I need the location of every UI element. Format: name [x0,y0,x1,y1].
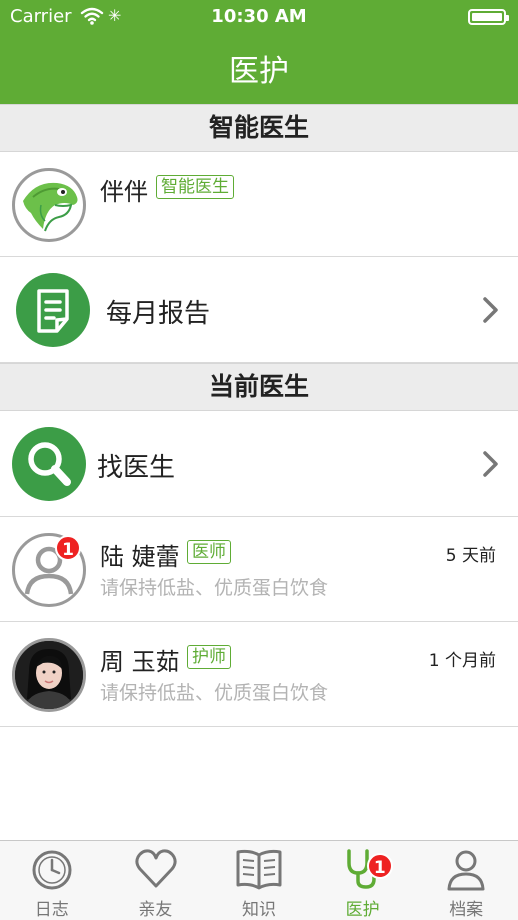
tab-label: 知识 [241,900,276,920]
doctor-role-tag: 护师 [187,645,231,669]
unread-badge: 1 [55,535,81,561]
section-header-current-doctor: 当前医生 [0,363,518,411]
smart-doctor-tag: 智能医生 [156,175,234,199]
doctor-role-tag: 医师 [187,540,231,564]
smart-doctor-name: 伴伴 [100,178,148,206]
tab-label: 亲友 [138,900,173,920]
smart-doctor-row[interactable]: 伴伴 智能医生 [0,152,518,257]
doctor-name: 周 玉茹 [100,648,180,676]
top-bar: Carrier ✳ 10:30 AM 医护 [0,0,518,104]
message-preview: 请保持低盐、优质蛋白饮食 [100,577,329,599]
person-icon [447,850,485,891]
tab-label: 档案 [449,900,484,920]
clock-time: 10:30 AM [211,6,307,27]
chevron-right-icon [480,295,502,325]
tab-label: 日志 [34,900,69,920]
report-document-icon [16,273,90,347]
search-icon [12,427,86,501]
page-title: 医护 [229,54,289,89]
avatar [12,638,86,712]
message-time: 1 个月前 [428,651,496,671]
doctor-row[interactable]: 周 玉茹 护师 1 个月前 请保持低盐、优质蛋白饮食 [0,622,518,727]
doctor-row[interactable]: 1 陆 婕蕾 医师 5 天前 请保持低盐、优质蛋白饮食 [0,517,518,622]
find-doctor-row[interactable]: 找医生 [0,411,518,517]
message-time: 5 天前 [445,546,496,566]
tab-knowledge[interactable]: 知识 [207,841,311,920]
tab-medical[interactable]: 1 医护 [311,841,415,920]
tab-profile[interactable]: 档案 [414,841,518,920]
tab-label: 医护 [345,900,380,920]
dolphin-avatar [12,168,86,242]
clock-icon [32,850,72,890]
find-doctor-label: 找医生 [97,453,176,483]
tab-bar: 日志 亲友 知识 1 医护 档案 [0,840,518,920]
doctor-name: 陆 婕蕾 [100,543,180,571]
heart-icon [134,849,177,888]
status-bar: Carrier ✳ 10:30 AM [0,0,518,34]
tab-badge: 1 [366,853,393,879]
monthly-report-row[interactable]: 每月报告 [0,257,518,363]
section-header-smart-doctor: 智能医生 [0,104,518,152]
tab-family[interactable]: 亲友 [104,841,208,920]
message-preview: 请保持低盐、优质蛋白饮食 [100,682,329,704]
battery-icon [468,9,509,25]
monthly-report-label: 每月报告 [106,299,211,329]
tab-log[interactable]: 日志 [0,841,104,920]
book-icon [236,849,282,890]
chevron-right-icon [480,449,502,479]
